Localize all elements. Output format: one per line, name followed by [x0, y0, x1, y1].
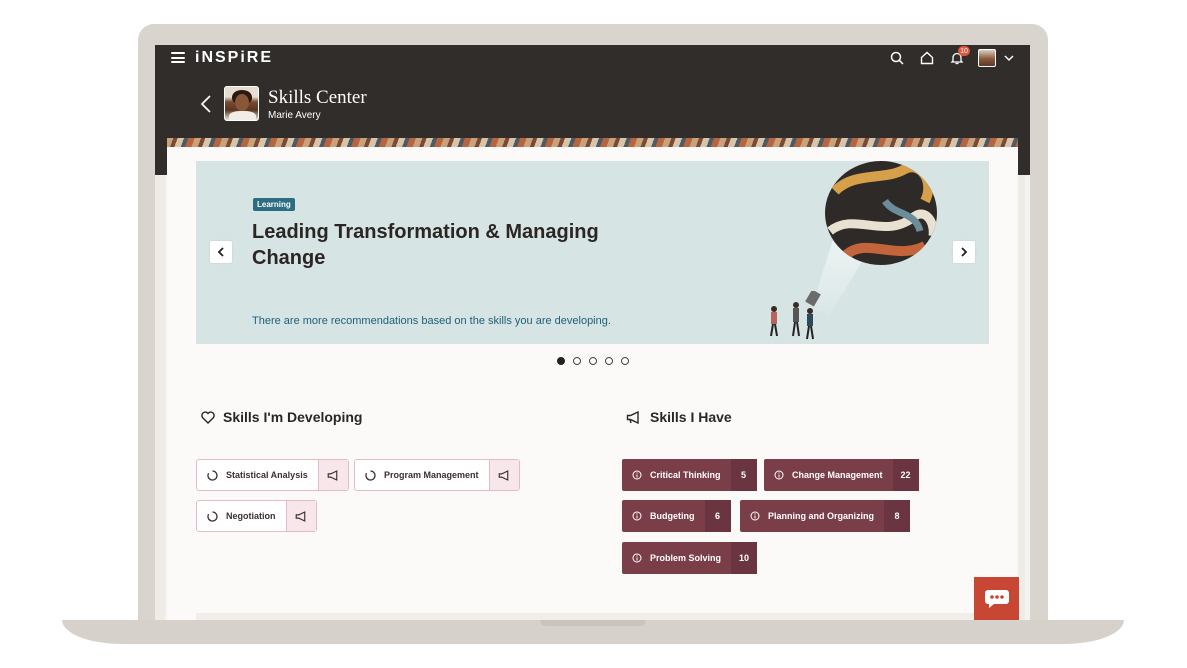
info-icon [750, 511, 760, 521]
back-icon[interactable] [199, 95, 213, 113]
chevron-left-icon [217, 247, 224, 257]
skills-developing-header: Skills I'm Developing [201, 409, 362, 425]
progress-icon [207, 469, 218, 481]
user-name: Marie Avery [268, 110, 321, 121]
skill-label: Change Management [792, 470, 883, 480]
skill-label: Statistical Analysis [226, 470, 308, 480]
info-icon [774, 470, 784, 480]
brand-logo[interactable]: iNSPiRE [195, 49, 273, 67]
menu-icon[interactable] [171, 52, 185, 63]
skill-chip-statistical-analysis[interactable]: Statistical Analysis [196, 459, 349, 491]
laptop-notch [540, 620, 646, 626]
next-section-edge [196, 613, 989, 620]
carousel-next-button[interactable] [953, 241, 975, 263]
carousel-dot[interactable] [573, 357, 581, 365]
banner-title[interactable]: Leading Transformation & Managing Change [252, 219, 632, 271]
skill-label: Budgeting [650, 511, 695, 521]
laptop-mockup: iNSPiRE 10 Skills Center Marie Avery Lea… [0, 0, 1187, 668]
skill-chip-negotiation[interactable]: Negotiation [196, 500, 317, 532]
megaphone-icon [327, 469, 338, 481]
search-icon[interactable] [888, 49, 906, 67]
endorsement-count: 8 [884, 500, 911, 532]
skill-label: Program Management [384, 470, 479, 480]
abstract-art-illustration [825, 161, 937, 265]
info-icon [632, 511, 642, 521]
skill-label: Planning and Organizing [768, 511, 875, 521]
section-title: Skills I'm Developing [223, 409, 363, 425]
promote-skill-button[interactable] [285, 501, 316, 531]
app-screen: iNSPiRE 10 Skills Center Marie Avery Lea… [155, 45, 1030, 620]
endorsement-count: 22 [892, 459, 919, 491]
info-icon [632, 553, 642, 563]
skill-label: Critical Thinking [650, 470, 721, 480]
page-title: Skills Center [268, 87, 367, 108]
notifications-icon[interactable]: 10 [948, 46, 970, 67]
skill-label: Problem Solving [650, 553, 722, 563]
skill-chip-program-management[interactable]: Program Management [354, 459, 520, 491]
promote-skill-button[interactable] [488, 460, 519, 490]
info-icon [632, 470, 642, 480]
content-card: Learning Leading Transformation & Managi… [167, 147, 1018, 620]
profile-photo [224, 86, 259, 121]
skill-chip-planning-and-organizing[interactable]: Planning and Organizing 8 [740, 500, 911, 532]
category-tag: Learning [253, 198, 295, 211]
carousel-prev-button[interactable] [210, 241, 232, 263]
carousel-dot[interactable] [605, 357, 613, 365]
carousel-indicators [557, 357, 629, 365]
user-avatar[interactable] [978, 49, 996, 67]
carousel-dot[interactable] [589, 357, 597, 365]
chat-bubble-icon [984, 589, 1009, 608]
megaphone-icon [626, 410, 639, 424]
progress-icon [365, 469, 376, 481]
skill-chip-change-management[interactable]: Change Management 22 [764, 459, 919, 491]
recommendation-banner[interactable]: Learning Leading Transformation & Managi… [196, 161, 989, 344]
heart-icon [201, 410, 215, 424]
skills-have-header: Skills I Have [626, 409, 732, 425]
people-illustration [770, 291, 821, 340]
endorsement-count: 5 [730, 459, 757, 491]
section-title: Skills I Have [650, 409, 732, 425]
chevron-down-icon[interactable] [1000, 49, 1018, 67]
skill-chip-problem-solving[interactable]: Problem Solving 10 [622, 542, 758, 574]
chat-button[interactable] [974, 577, 1019, 620]
notification-badge: 10 [958, 46, 970, 56]
carousel-dot[interactable] [621, 357, 629, 365]
megaphone-icon [498, 469, 508, 481]
progress-icon [207, 510, 218, 522]
home-icon[interactable] [918, 49, 936, 67]
global-actions: 10 [888, 46, 1018, 69]
promote-skill-button[interactable] [317, 460, 348, 490]
skill-chip-budgeting[interactable]: Budgeting 6 [622, 500, 731, 532]
megaphone-icon [295, 510, 305, 522]
carousel-dot[interactable] [557, 357, 565, 365]
banner-description: There are more recommendations based on … [252, 315, 611, 327]
chevron-right-icon [961, 247, 968, 257]
endorsement-count: 10 [731, 542, 758, 574]
skill-chip-critical-thinking[interactable]: Critical Thinking 5 [622, 459, 757, 491]
skill-label: Negotiation [226, 511, 276, 521]
endorsement-count: 6 [704, 500, 731, 532]
